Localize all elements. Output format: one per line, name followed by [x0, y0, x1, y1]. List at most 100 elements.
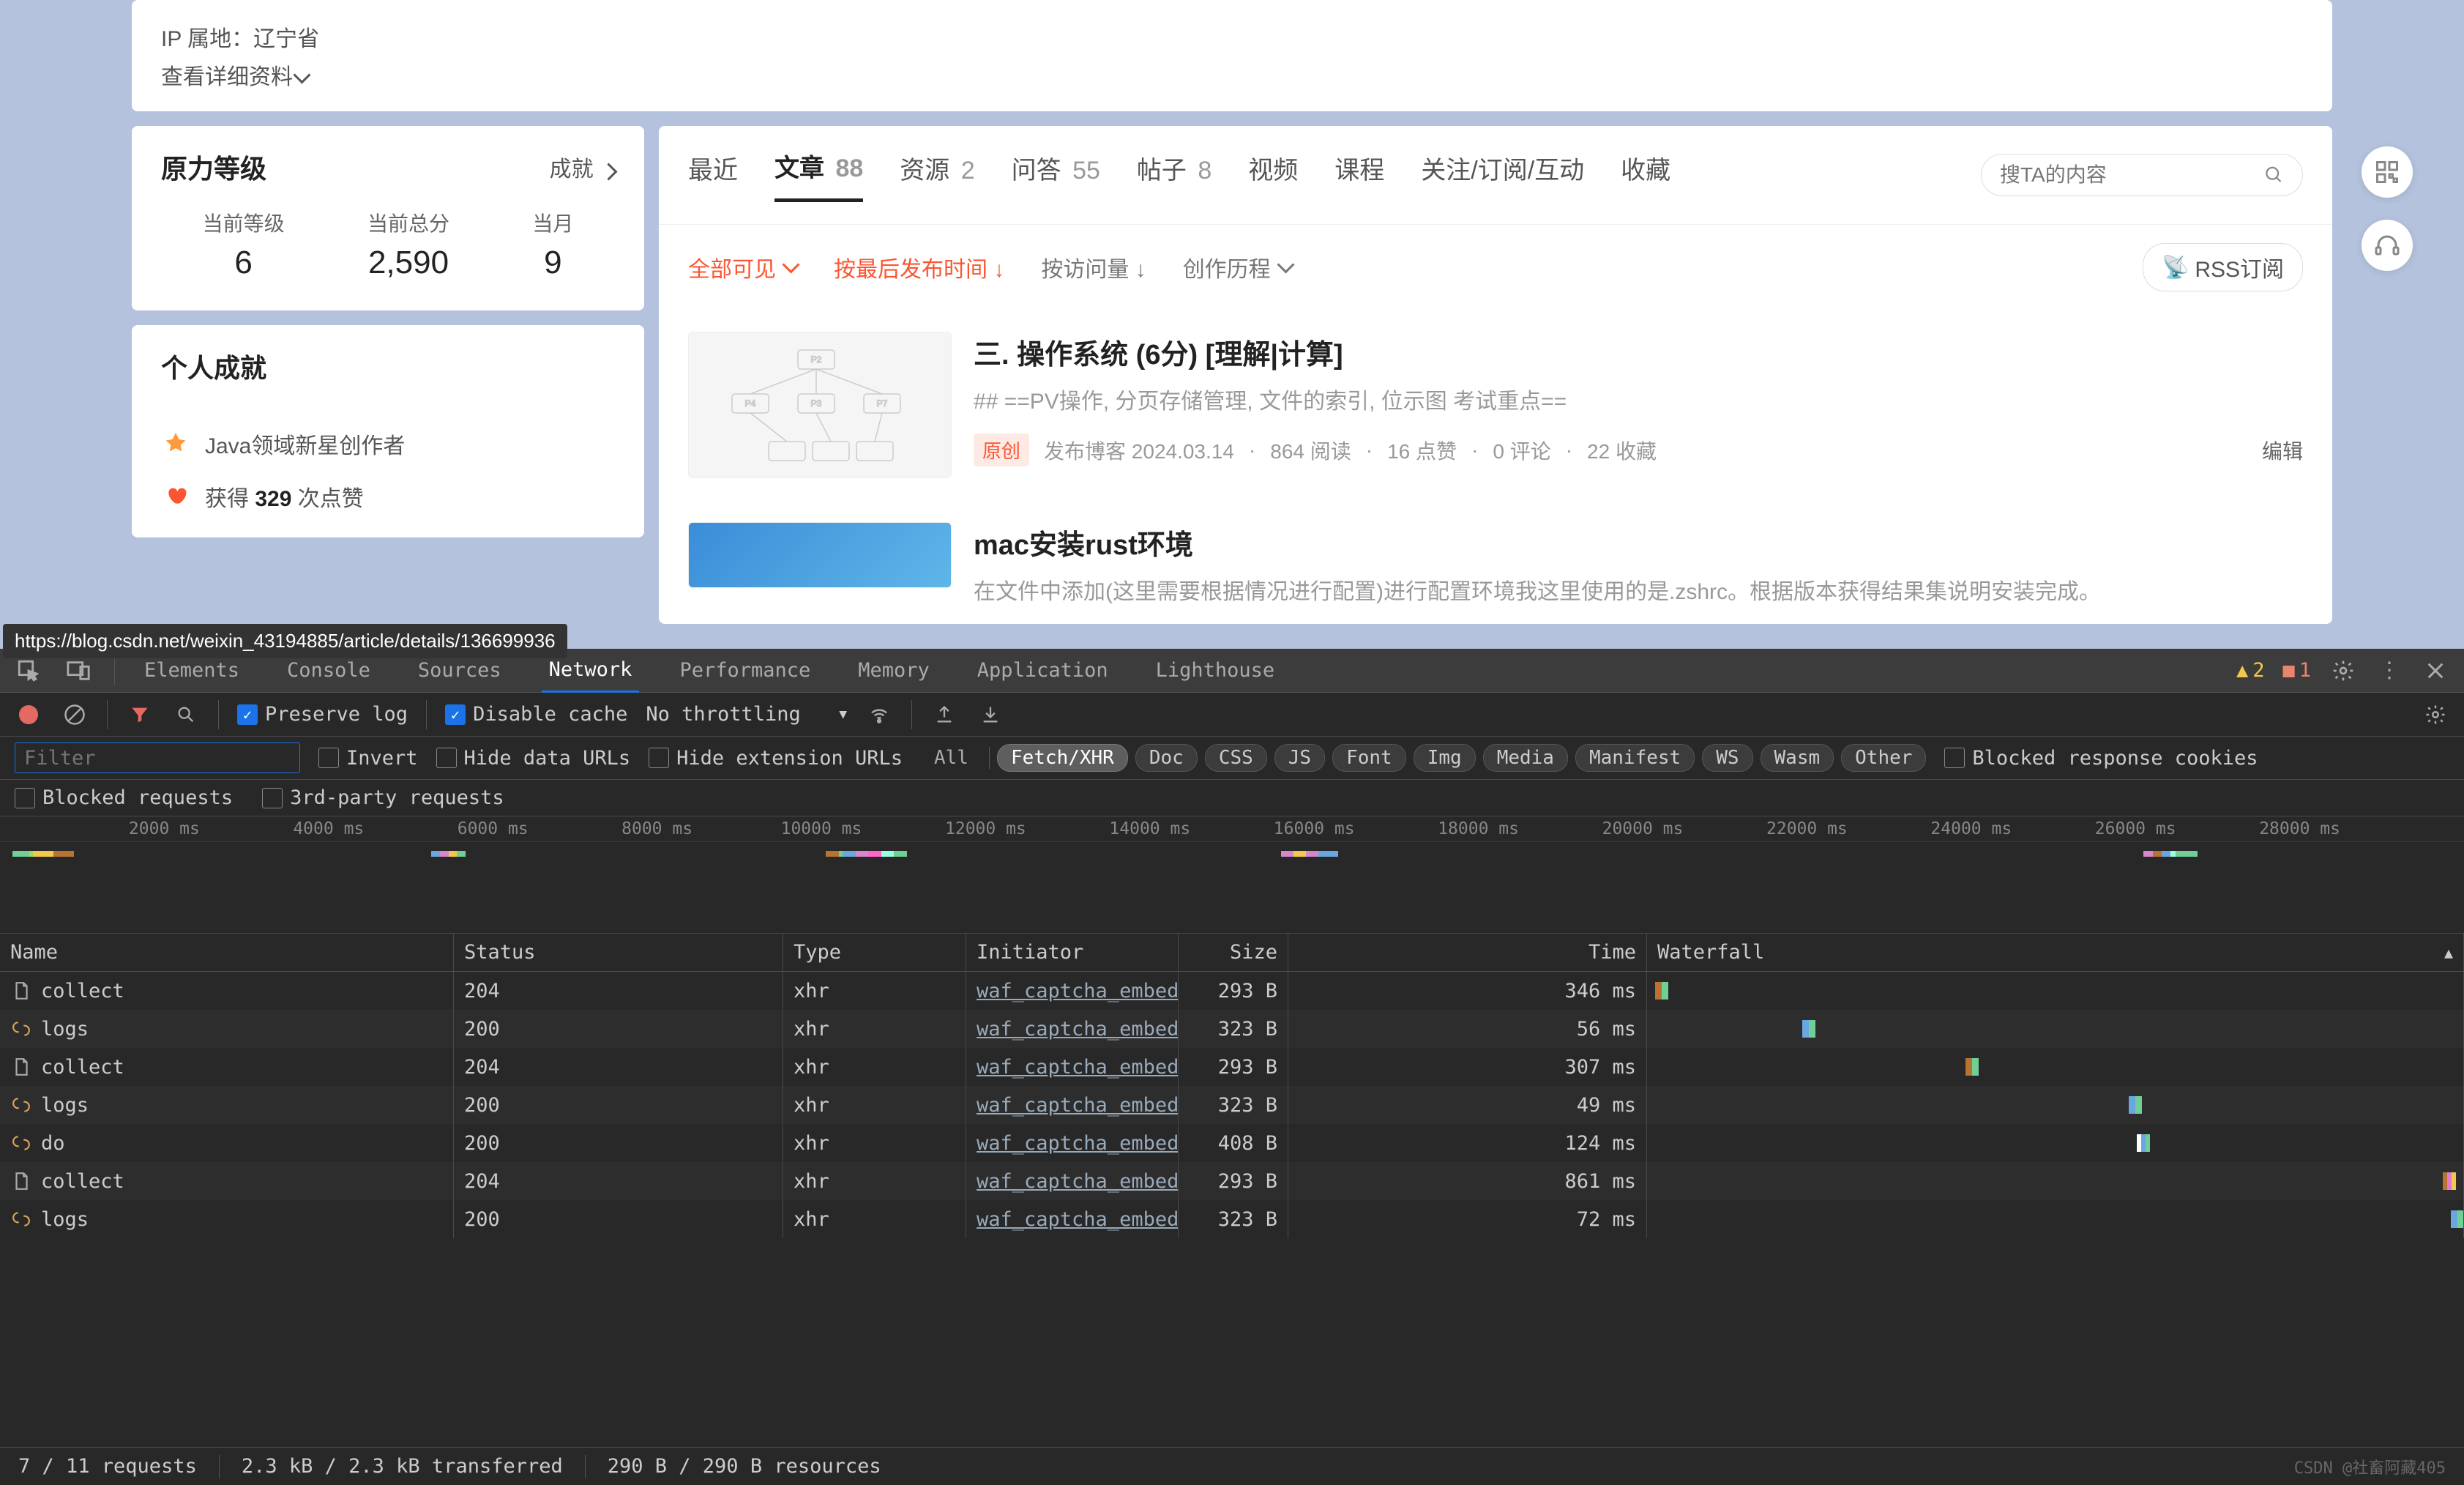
- search-input[interactable]: [2000, 163, 2264, 187]
- throttling-select[interactable]: No throttling ▼: [646, 703, 847, 726]
- settings-icon[interactable]: [2329, 657, 2357, 685]
- col-type[interactable]: Type: [783, 934, 966, 971]
- type-filter-pill[interactable]: Media: [1483, 744, 1568, 772]
- content-search-box[interactable]: [1981, 154, 2303, 196]
- hide-data-urls-checkbox[interactable]: Hide data URLs: [436, 747, 631, 770]
- request-type: xhr: [783, 972, 966, 1010]
- blocked-requests-checkbox[interactable]: Blocked requests: [15, 786, 233, 809]
- type-filter-pill[interactable]: Wasm: [1761, 744, 1834, 772]
- achieve-title: 个人成就: [161, 347, 266, 385]
- more-icon[interactable]: ⋮: [2375, 657, 2403, 685]
- initiator-link[interactable]: waf_captcha_embed: [977, 1208, 1179, 1231]
- devtools-tab[interactable]: Performance: [672, 649, 818, 693]
- invert-checkbox[interactable]: Invert: [318, 747, 418, 770]
- content-tab[interactable]: 收藏: [1621, 150, 1670, 201]
- record-button[interactable]: [15, 701, 42, 729]
- request-status: 200: [454, 1086, 783, 1124]
- timeline-overview[interactable]: 2000 ms4000 ms6000 ms8000 ms10000 ms1200…: [0, 816, 2464, 934]
- qrcode-button[interactable]: [2362, 146, 2413, 198]
- content-tab[interactable]: 最近: [688, 150, 738, 201]
- devtools-tab[interactable]: Memory: [851, 649, 937, 693]
- table-row[interactable]: logs 200 xhr waf_captcha_embed 323 B 49 …: [0, 1086, 2464, 1124]
- request-name: logs: [41, 1208, 89, 1231]
- table-row[interactable]: collect 204 xhr waf_captcha_embed 293 B …: [0, 972, 2464, 1010]
- hide-extension-urls-checkbox[interactable]: Hide extension URLs: [649, 747, 903, 770]
- preserve-log-checkbox[interactable]: ✓Preserve log: [237, 703, 408, 726]
- content-tab[interactable]: 资源 2: [900, 150, 974, 201]
- table-row[interactable]: logs 200 xhr waf_captcha_embed 323 B 56 …: [0, 1010, 2464, 1048]
- initiator-link[interactable]: waf_captcha_embed: [977, 980, 1179, 1002]
- inspect-icon[interactable]: [15, 657, 42, 685]
- table-row[interactable]: collect 204 xhr waf_captcha_embed 293 B …: [0, 1048, 2464, 1086]
- ruler-mark: 4000 ms: [293, 819, 364, 838]
- col-time[interactable]: Time: [1288, 934, 1647, 971]
- third-party-checkbox[interactable]: 3rd-party requests: [262, 786, 504, 809]
- type-filter-pill[interactable]: Doc: [1135, 744, 1198, 772]
- filter-by-visits[interactable]: 按访问量 ↓: [1041, 251, 1146, 283]
- type-filter-pill[interactable]: Font: [1332, 744, 1406, 772]
- filter-history[interactable]: 创作历程: [1183, 251, 1292, 283]
- type-filter-pill[interactable]: All: [921, 745, 982, 771]
- upload-icon[interactable]: [930, 701, 958, 729]
- ruler-mark: 12000 ms: [945, 819, 1026, 838]
- warnings-badge[interactable]: ▲ 2: [2236, 659, 2265, 682]
- content-tab[interactable]: 问答 55: [1012, 150, 1100, 201]
- table-row[interactable]: do 200 xhr waf_captcha_embed 408 B 124 m…: [0, 1124, 2464, 1162]
- xhr-icon: [10, 1208, 32, 1230]
- headset-button[interactable]: [2362, 220, 2413, 271]
- close-icon[interactable]: [2422, 657, 2449, 685]
- network-settings-icon[interactable]: [2422, 701, 2449, 729]
- type-filter-pill[interactable]: JS: [1274, 744, 1325, 772]
- stat-label: 当前等级: [203, 208, 285, 237]
- devtools-tab[interactable]: Application: [970, 649, 1116, 693]
- search-icon[interactable]: [172, 701, 200, 729]
- blocked-cookies-checkbox[interactable]: Blocked response cookies: [1944, 747, 2258, 770]
- qrcode-icon: [2374, 159, 2400, 185]
- filter-icon[interactable]: [126, 701, 154, 729]
- request-type: xhr: [783, 1124, 966, 1162]
- timeline-bar: [2176, 851, 2193, 857]
- request-time: 49 ms: [1288, 1086, 1647, 1124]
- type-filter-pill[interactable]: Manifest: [1575, 744, 1695, 772]
- download-icon[interactable]: [977, 701, 1004, 729]
- col-name[interactable]: Name: [0, 934, 454, 971]
- type-filter-pill[interactable]: CSS: [1205, 744, 1267, 772]
- disable-cache-checkbox[interactable]: ✓Disable cache: [445, 703, 627, 726]
- content-tab[interactable]: 帖子 8: [1137, 150, 1212, 201]
- power-title: 原力等级: [161, 148, 266, 186]
- initiator-link[interactable]: waf_captcha_embed: [977, 1170, 1179, 1193]
- col-initiator[interactable]: Initiator: [966, 934, 1179, 971]
- content-tab[interactable]: 关注/订阅/互动: [1421, 150, 1584, 201]
- initiator-link[interactable]: waf_captcha_embed: [977, 1094, 1179, 1117]
- initiator-link[interactable]: waf_captcha_embed: [977, 1018, 1179, 1041]
- article-item[interactable]: P2 P3 P7 P4 三. 操作系统 (6分) [理解|计算] ## ==PV…: [659, 310, 2332, 500]
- col-size[interactable]: Size: [1179, 934, 1288, 971]
- initiator-link[interactable]: waf_captcha_embed: [977, 1132, 1179, 1155]
- type-filter-pill[interactable]: WS: [1702, 744, 1752, 772]
- edit-link[interactable]: 编辑: [2262, 436, 2303, 465]
- wifi-icon[interactable]: [865, 701, 893, 729]
- issues-badge[interactable]: ■ 1: [2282, 659, 2311, 682]
- filter-by-time[interactable]: 按最后发布时间 ↓: [834, 251, 1004, 283]
- request-name: collect: [41, 1170, 124, 1193]
- type-filter-pill[interactable]: Img: [1414, 744, 1476, 772]
- table-row[interactable]: logs 200 xhr waf_captcha_embed 323 B 72 …: [0, 1200, 2464, 1238]
- col-waterfall[interactable]: Waterfall▲: [1647, 934, 2464, 971]
- devtools-tab[interactable]: Lighthouse: [1149, 649, 1283, 693]
- col-status[interactable]: Status: [454, 934, 783, 971]
- rss-button[interactable]: 📡RSS订阅: [2143, 243, 2303, 291]
- content-tab[interactable]: 文章 88: [774, 148, 863, 202]
- table-row[interactable]: collect 204 xhr waf_captcha_embed 293 B …: [0, 1162, 2464, 1200]
- type-filter-pill[interactable]: Other: [1841, 744, 1926, 772]
- content-tab[interactable]: 课程: [1334, 150, 1384, 201]
- filter-visibility[interactable]: 全部可见: [688, 251, 797, 283]
- type-filter-pill[interactable]: Fetch/XHR: [997, 744, 1128, 772]
- network-filter-input[interactable]: [15, 742, 300, 773]
- view-detail-link[interactable]: 查看详细资料: [161, 59, 2303, 91]
- article-item[interactable]: mac安装rust环境 在文件中添加(这里需要根据情况进行配置)进行配置环境我这…: [659, 500, 2332, 624]
- content-tab[interactable]: 视频: [1248, 150, 1298, 201]
- power-more-link[interactable]: 成就: [550, 151, 615, 183]
- clear-button[interactable]: [61, 701, 89, 729]
- initiator-link[interactable]: waf_captcha_embed: [977, 1056, 1179, 1079]
- device-icon[interactable]: [64, 657, 92, 685]
